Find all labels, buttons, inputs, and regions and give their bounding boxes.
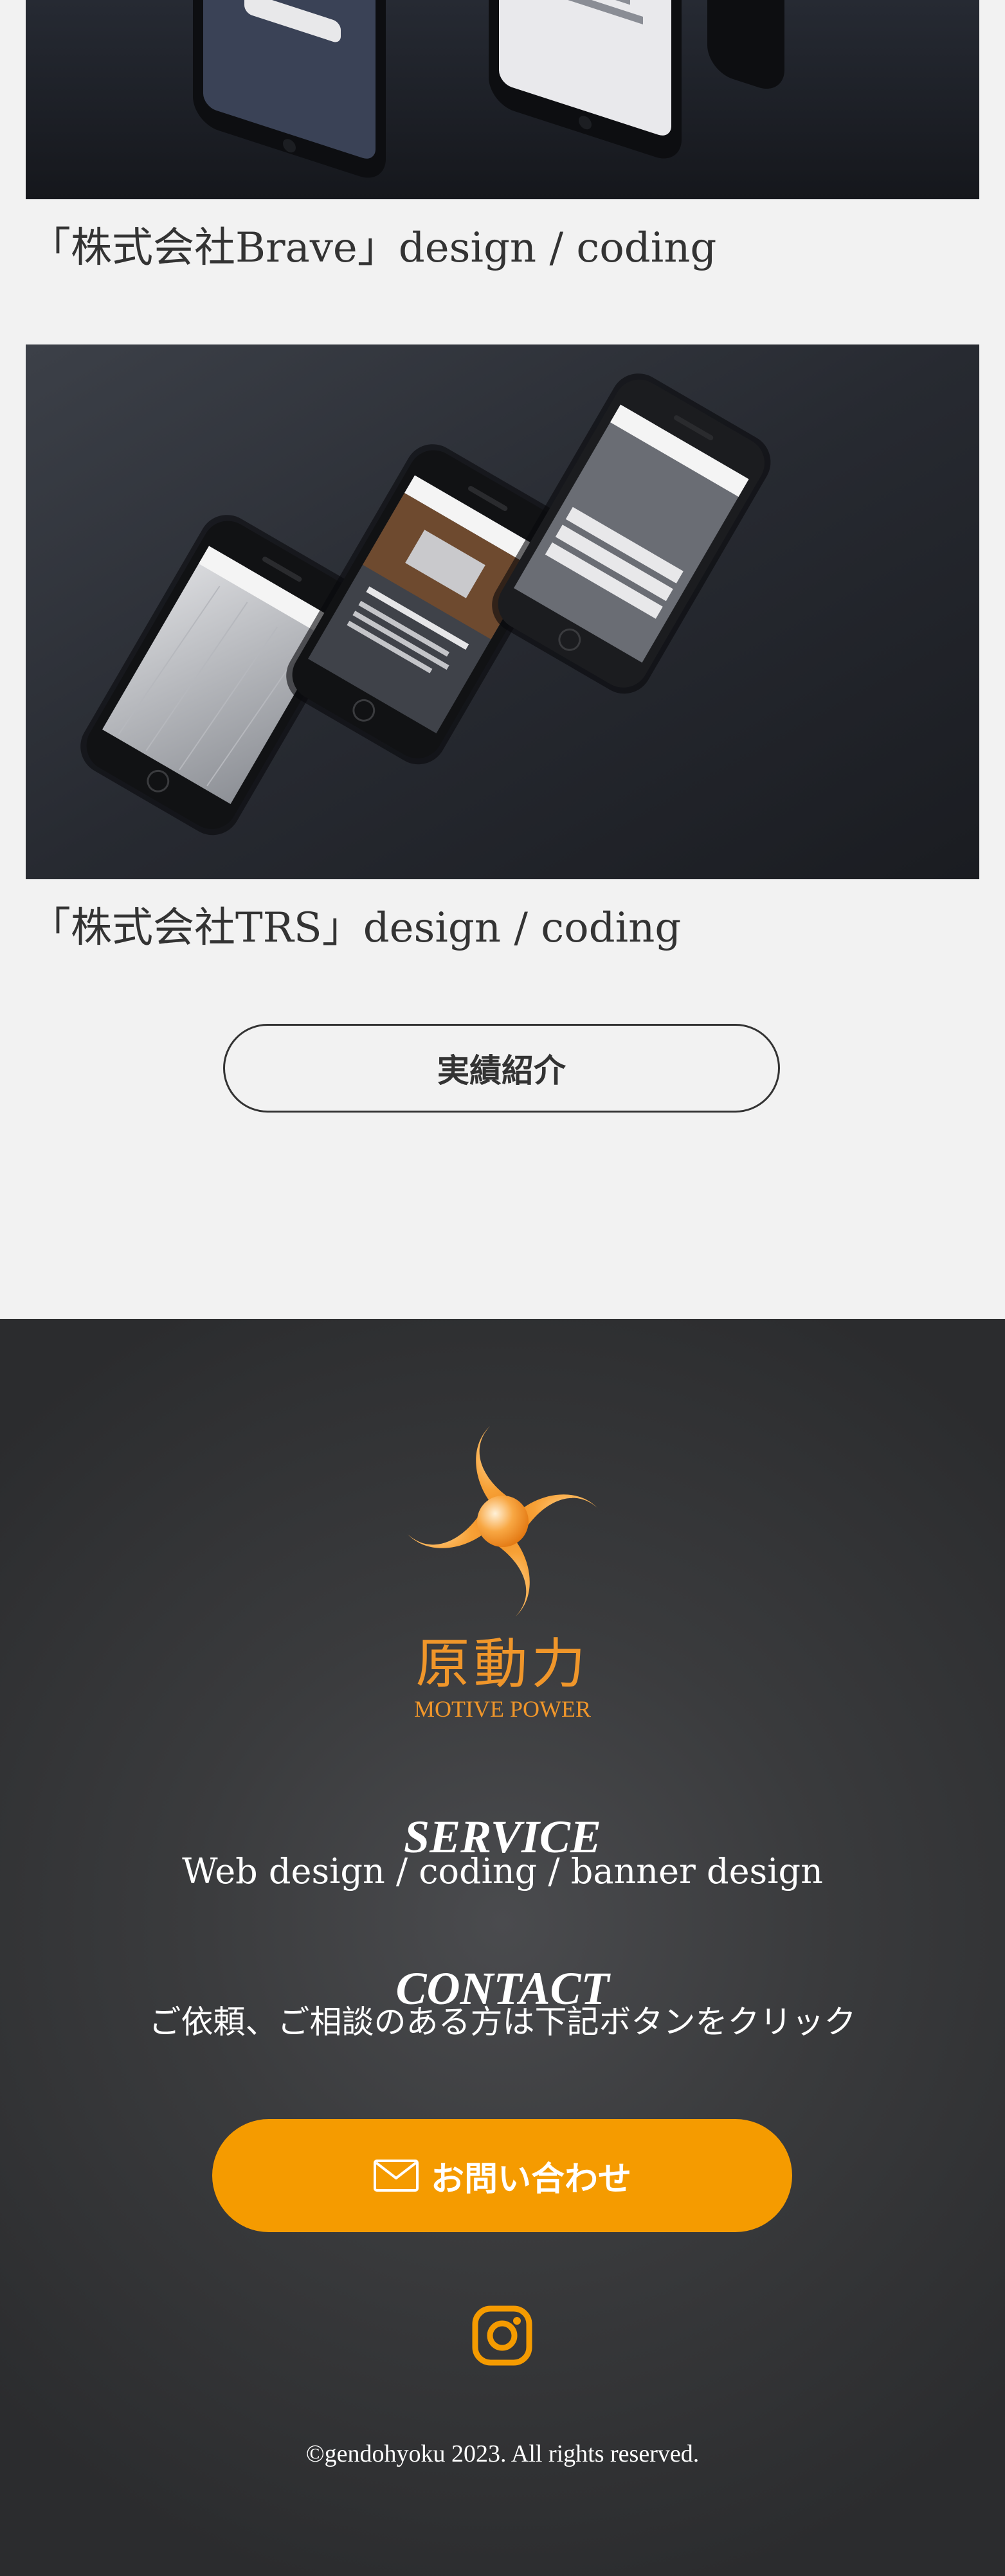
- contact-button-label: お問い合わせ: [430, 2159, 631, 2199]
- pinwheel-logo-icon: [408, 1426, 598, 1616]
- instagram-icon[interactable]: [471, 2305, 533, 2366]
- works-section: 「株式会社Brave」design / coding 「株式会社TRS」desi…: [0, 0, 1005, 1319]
- mail-icon: [373, 2160, 419, 2192]
- logo[interactable]: 原動力 MOTIVE POWER: [379, 1422, 626, 1756]
- service-text: Web design / coding / banner design: [182, 1851, 823, 1892]
- copyright: ©gendohyoku 2023. All rights reserved.: [305, 2440, 700, 2467]
- contact-text: ご依頼、ご相談のある方は下記ボタンをクリック: [149, 2003, 856, 2041]
- logo-english: MOTIVE POWER: [414, 1696, 591, 1722]
- work-caption-brave: 「株式会社Brave」design / coding: [30, 224, 717, 272]
- logo-kanji: 原動力: [415, 1632, 590, 1695]
- works-button[interactable]: 実績紹介: [223, 1024, 780, 1113]
- work-image-brave[interactable]: [26, 0, 979, 199]
- brave-mockup-image: [26, 0, 979, 199]
- work-caption-trs: 「株式会社TRS」design / coding: [30, 904, 682, 952]
- work-image-trs[interactable]: [26, 344, 979, 879]
- footer: 原動力 MOTIVE POWER SERVICE Web design / co…: [0, 1319, 1005, 2576]
- contact-button[interactable]: お問い合わせ: [212, 2119, 792, 2232]
- trs-mockup-image: [26, 344, 979, 879]
